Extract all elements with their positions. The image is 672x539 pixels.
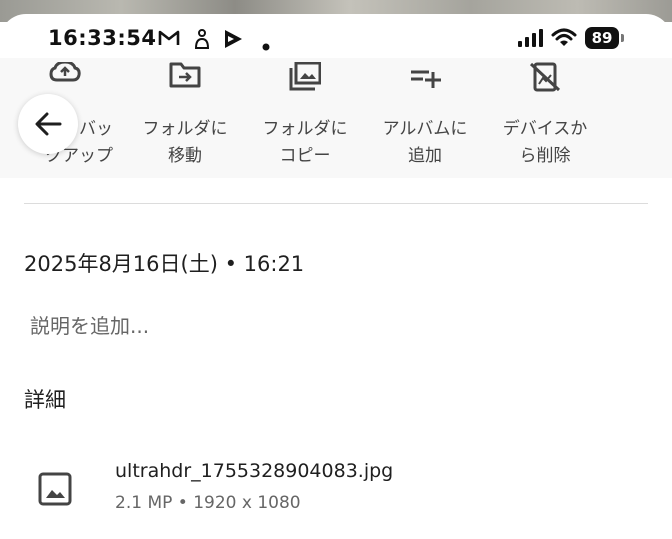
- add-to-album-icon: [409, 62, 441, 96]
- action-add-to-album-label: アルバムに 追加: [382, 119, 468, 166]
- dot-icon: [262, 36, 270, 55]
- details-heading: 詳細: [24, 388, 66, 412]
- divider: [24, 203, 648, 204]
- action-bar: バッ クアップ フォルダに 移動 フォルダに コピー アルバムに 追加 デバイス…: [0, 58, 672, 178]
- signal-icon: [517, 28, 543, 52]
- file-name: ultrahdr_1755328904083.jpg: [115, 460, 394, 482]
- copy-to-folder-icon: [289, 61, 322, 96]
- move-to-folder-icon: [169, 62, 201, 96]
- arrow-back-icon: [35, 112, 62, 136]
- gmail-icon: [158, 28, 180, 52]
- user-notification-icon: [193, 28, 211, 54]
- play-icon: [222, 28, 244, 54]
- backup-icon: [49, 60, 81, 96]
- battery-icon: 89: [585, 27, 619, 49]
- wifi-icon: [551, 28, 577, 52]
- description-input[interactable]: 説明を追加...: [30, 310, 149, 339]
- status-time: 16:33:54: [48, 26, 157, 50]
- file-meta: 2.1 MP • 1920 x 1080: [115, 493, 301, 513]
- photo-date: 2025年8月16日(土) • 16:21: [24, 252, 305, 276]
- back-button[interactable]: [18, 94, 78, 154]
- action-copy-to-folder-label: フォルダに コピー: [262, 119, 348, 166]
- delete-from-device-icon: [529, 62, 561, 96]
- action-delete-from-device-label: デバイスか ら削除: [502, 119, 588, 166]
- image-icon: [38, 472, 72, 510]
- status-bar: 16:33:54 89: [0, 22, 672, 58]
- action-move-to-folder-label: フォルダに 移動: [142, 119, 228, 166]
- battery-cap: [621, 34, 624, 42]
